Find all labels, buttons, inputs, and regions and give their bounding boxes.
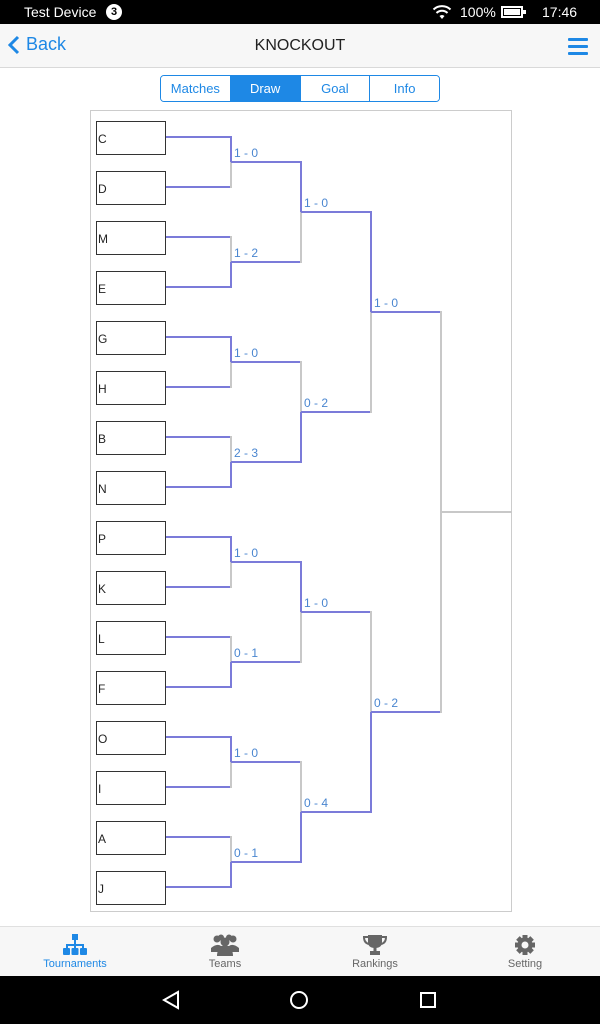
team-box[interactable]: M — [96, 221, 166, 255]
hamburger-icon — [568, 38, 588, 41]
tab-draw[interactable]: Draw — [230, 76, 301, 101]
match-score[interactable]: 0 - 2 — [304, 396, 328, 410]
team-box[interactable]: F — [96, 671, 166, 705]
system-home-button[interactable] — [289, 990, 309, 1015]
circle-home-icon — [290, 991, 308, 1009]
square-recents-icon — [420, 992, 436, 1008]
segmented-control: Matches Draw Goal Info — [160, 75, 440, 102]
match-score[interactable]: 0 - 1 — [234, 646, 258, 660]
battery-icon — [501, 6, 526, 18]
match-score[interactable]: 0 - 2 — [374, 696, 398, 710]
tab-matches[interactable]: Matches — [161, 76, 231, 101]
clock: 17:46 — [542, 4, 578, 20]
team-box[interactable]: E — [96, 271, 166, 305]
nav-bar: Back KNOCKOUT — [0, 24, 600, 68]
match-score[interactable]: 1 - 0 — [234, 146, 258, 160]
tab-setting-label: Setting — [507, 958, 543, 970]
page-title: KNOCKOUT — [254, 37, 346, 54]
match-score[interactable]: 2 - 3 — [234, 446, 258, 460]
team-box[interactable]: J — [96, 871, 166, 905]
hierarchy-icon — [63, 934, 87, 955]
team-box[interactable]: P — [96, 521, 166, 555]
users-icon — [211, 934, 239, 956]
tab-rankings-label: Rankings — [352, 958, 398, 970]
tab-teams-label: Teams — [208, 958, 242, 970]
battery-percent: 100% — [460, 4, 496, 20]
team-box[interactable]: K — [96, 571, 166, 605]
device-name: Test Device — [24, 4, 97, 20]
team-box[interactable]: I — [96, 771, 166, 805]
tab-goal[interactable]: Goal — [300, 76, 371, 101]
match-score[interactable]: 1 - 0 — [234, 346, 258, 360]
match-score[interactable]: 1 - 0 — [234, 746, 258, 760]
team-box[interactable]: H — [96, 371, 166, 405]
team-box[interactable]: D — [96, 171, 166, 205]
menu-button[interactable] — [568, 38, 588, 56]
team-box[interactable]: G — [96, 321, 166, 355]
team-box[interactable]: L — [96, 621, 166, 655]
match-score[interactable]: 1 - 0 — [374, 296, 398, 310]
status-bar: Test Device 3 100% 17:46 — [0, 0, 600, 24]
match-score[interactable]: 0 - 1 — [234, 846, 258, 860]
gear-icon — [515, 935, 535, 955]
bottom-tab-bar: Tournaments Teams Rankings Setting — [0, 926, 600, 976]
tab-info[interactable]: Info — [370, 76, 439, 101]
team-box[interactable]: B — [96, 421, 166, 455]
system-recents-button[interactable] — [419, 990, 437, 1015]
tab-rankings[interactable]: Rankings — [300, 927, 450, 976]
match-score[interactable]: 1 - 0 — [234, 546, 258, 560]
wifi-icon — [432, 4, 452, 23]
match-score[interactable]: 1 - 0 — [304, 596, 328, 610]
triangle-back-icon — [161, 990, 179, 1010]
trophy-icon — [363, 935, 387, 955]
match-score[interactable]: 1 - 0 — [304, 196, 328, 210]
match-score[interactable]: 0 - 4 — [304, 796, 328, 810]
notification-badge: 3 — [106, 4, 122, 20]
tab-tournaments-label: Tournaments — [43, 958, 107, 970]
match-score[interactable]: 1 - 2 — [234, 246, 258, 260]
team-box[interactable]: A — [96, 821, 166, 855]
bracket-draw: CDMEGHBNPKLFOIAJ 1 - 0 1 - 2 1 - 0 2 - 3 1 - … — [90, 110, 512, 912]
system-navigation-bar — [0, 976, 600, 1024]
system-back-button[interactable] — [161, 990, 180, 1015]
team-box[interactable]: C — [96, 121, 166, 155]
tab-setting[interactable]: Setting — [450, 927, 600, 976]
tab-teams[interactable]: Teams — [150, 927, 300, 976]
tab-tournaments[interactable]: Tournaments — [0, 927, 150, 976]
team-box[interactable]: O — [96, 721, 166, 755]
team-box[interactable]: N — [96, 471, 166, 505]
